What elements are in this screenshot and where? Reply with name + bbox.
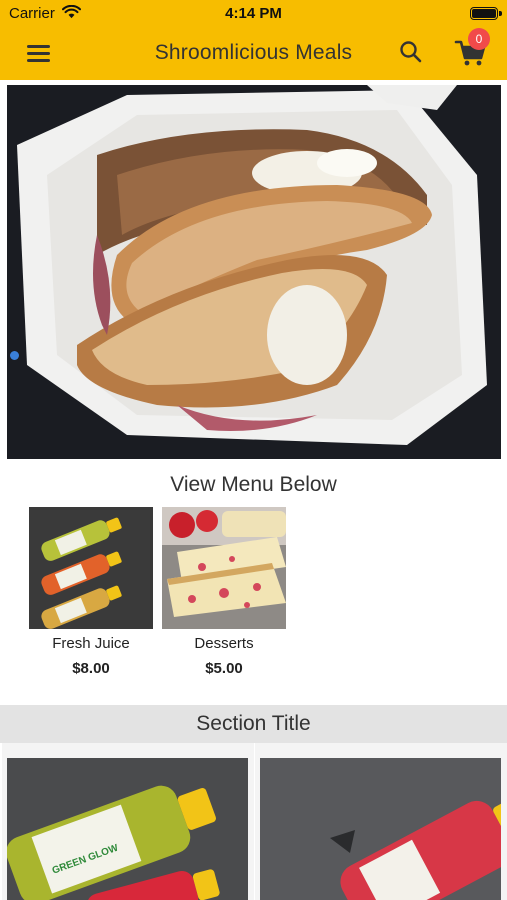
green-juice-bottle-photo: GREEN GLOW bbox=[7, 758, 248, 900]
hero-image[interactable] bbox=[7, 85, 501, 459]
product-card[interactable] bbox=[255, 743, 507, 900]
grilled-sandwich-photo bbox=[7, 85, 501, 459]
product-card[interactable]: GREEN GLOW bbox=[2, 743, 254, 900]
cart-count-badge: 0 bbox=[468, 28, 490, 50]
carousel-indicator bbox=[10, 351, 19, 360]
menu-item-desserts[interactable]: Desserts $5.00 bbox=[162, 507, 286, 677]
app-title: Shroomlicious Meals bbox=[154, 41, 353, 64]
menu-heading: View Menu Below bbox=[170, 473, 337, 496]
battery-icon bbox=[470, 7, 502, 20]
top-app-bar: Carrier 4:14 PM Shroomlicious Meals bbox=[0, 0, 507, 80]
search-icon[interactable] bbox=[398, 39, 424, 65]
clock: 4:14 PM bbox=[225, 5, 282, 22]
strawberry-pound-cake-photo bbox=[162, 507, 286, 629]
status-bar: Carrier 4:14 PM bbox=[0, 0, 507, 28]
menu-item-label: Fresh Juice bbox=[52, 635, 130, 652]
menu-item-label: Desserts bbox=[194, 635, 254, 652]
red-juice-bottle-photo bbox=[260, 758, 501, 900]
menu-item-price: $8.00 bbox=[72, 660, 110, 677]
menu-item-fresh-juice[interactable]: Fresh Juice $8.00 bbox=[29, 507, 153, 677]
juice-bottles-photo bbox=[29, 507, 153, 629]
menu-item-price: $5.00 bbox=[205, 660, 243, 677]
navigation-bar: Shroomlicious Meals bbox=[0, 28, 507, 78]
section-title: Section Title bbox=[196, 712, 311, 735]
